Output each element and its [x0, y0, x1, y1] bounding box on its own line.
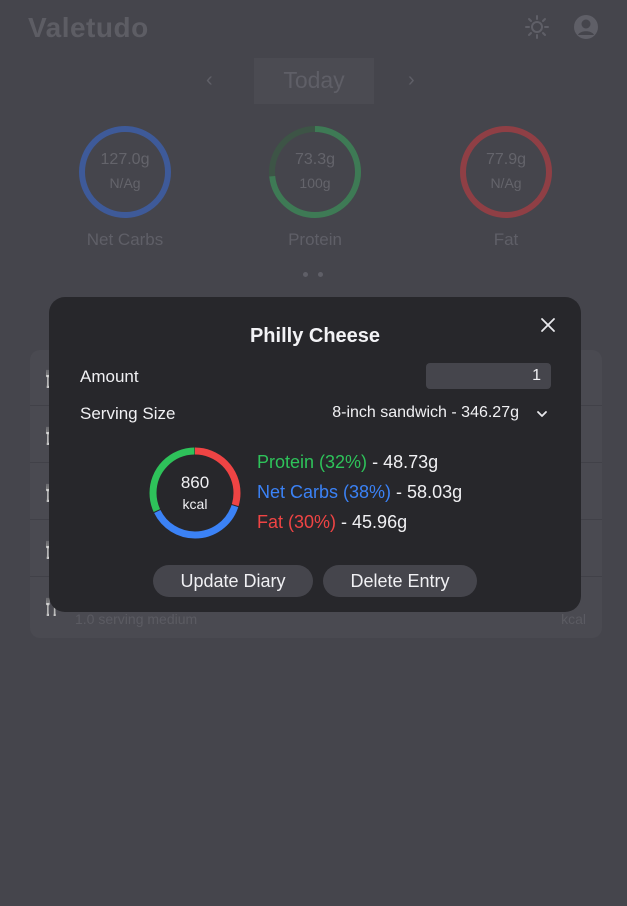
update-diary-button[interactable]: Update Diary	[153, 565, 313, 597]
protein-ring-graphic	[269, 126, 361, 218]
date-label[interactable]: Today	[254, 67, 374, 94]
net-carbs-ring: 127.0g N/Ag Net Carbs	[77, 124, 173, 254]
chevron-down-icon	[537, 411, 547, 417]
carousel-dots	[303, 264, 333, 282]
serving-size-value: 8-inch sandwich - 346.27g	[332, 404, 519, 421]
fat-macro: Fat (30%) - 45.96g	[257, 512, 408, 532]
next-day-chevron-icon[interactable]: ›	[408, 70, 424, 90]
fat-ring: 77.9g N/Ag Fat	[458, 124, 554, 254]
net-carbs-label: Net Carbs	[86, 230, 164, 249]
fat-macro-grams: 45.96g	[352, 512, 408, 532]
macro-donut-chart	[149, 447, 241, 539]
edit-entry-modal: Philly Cheese Amount Serving Size 8-inch…	[49, 297, 581, 612]
protein-macro-grams: 48.73g	[383, 452, 439, 472]
diary-row-kcal-unit: kcal	[561, 611, 586, 627]
fat-goal: N/Ag	[490, 175, 522, 191]
calories-value: 860	[180, 473, 210, 492]
user-icon[interactable]	[573, 14, 599, 40]
amount-label: Amount	[80, 367, 139, 386]
carousel-dot[interactable]	[318, 272, 323, 277]
app-brand: Valetudo	[28, 12, 149, 43]
diary-row-serving: 1.0 serving medium	[75, 611, 198, 627]
calories-unit: kcal	[182, 496, 208, 512]
sun-icon[interactable]	[524, 14, 550, 40]
serving-size-label: Serving Size	[80, 404, 176, 423]
protein-value: 73.3g	[294, 151, 336, 168]
fat-value: 77.9g	[485, 151, 527, 168]
close-icon[interactable]	[539, 316, 557, 334]
protein-macro-name: Protein (32%)	[257, 452, 368, 472]
fat-macro-name: Fat (30%)	[257, 512, 337, 532]
protein-goal: 100g	[299, 175, 331, 191]
serving-size-select[interactable]: 8-inch sandwich - 346.27g	[311, 402, 551, 426]
carousel-dot[interactable]	[303, 272, 308, 277]
protein-label: Protein	[288, 230, 342, 249]
amount-input[interactable]	[426, 363, 551, 389]
net-carbs-macro-name: Net Carbs (38%)	[257, 482, 392, 502]
net-carbs-macro-grams: 58.03g	[407, 482, 463, 502]
modal-title: Philly Cheese	[249, 325, 381, 347]
net-carbs-ring-graphic	[79, 126, 171, 218]
net-carbs-macro: Net Carbs (38%) - 58.03g	[257, 482, 463, 502]
net-carbs-value: 127.0g	[100, 151, 150, 168]
previous-day-chevron-icon[interactable]: ‹	[206, 70, 222, 90]
net-carbs-goal: N/Ag	[109, 175, 141, 191]
fat-label: Fat	[493, 230, 519, 249]
protein-macro: Protein (32%) - 48.73g	[257, 452, 439, 472]
protein-ring: 73.3g 100g Protein	[267, 124, 363, 254]
fat-ring-graphic	[460, 126, 552, 218]
delete-entry-button[interactable]: Delete Entry	[323, 565, 477, 597]
date-navigation: ‹ Today ›	[196, 58, 432, 104]
